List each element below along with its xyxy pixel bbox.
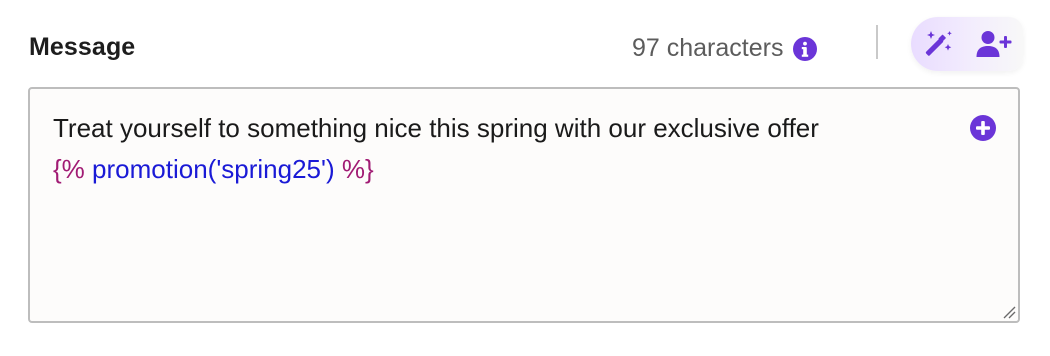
message-text[interactable]: Treat yourself to something nice this sp… <box>53 113 819 144</box>
toolbar-divider <box>876 25 878 59</box>
template-expression: promotion('spring25') <box>92 154 335 184</box>
personalize-button[interactable] <box>976 27 1012 61</box>
template-open-delimiter: {% <box>53 154 85 184</box>
message-actions-toolbar <box>911 17 1023 71</box>
insert-button[interactable] <box>969 114 997 142</box>
template-close-delimiter: %} <box>341 154 374 184</box>
magic-wand-button[interactable] <box>920 27 956 61</box>
resize-handle-icon[interactable] <box>1002 305 1016 319</box>
template-tag[interactable]: {% promotion('spring25') %} <box>53 154 374 185</box>
character-counter: 97 characters <box>632 34 818 63</box>
message-field: Message 97 characters Treat yourself to … <box>0 0 1050 356</box>
message-textarea[interactable]: Treat yourself to something nice this sp… <box>28 87 1020 323</box>
magic-wand-icon <box>925 31 952 56</box>
message-label: Message <box>29 33 136 61</box>
plus-circle-icon <box>970 115 996 141</box>
character-count-text: 97 characters <box>632 34 784 62</box>
add-person-icon <box>976 31 1012 57</box>
info-icon[interactable] <box>792 36 818 62</box>
